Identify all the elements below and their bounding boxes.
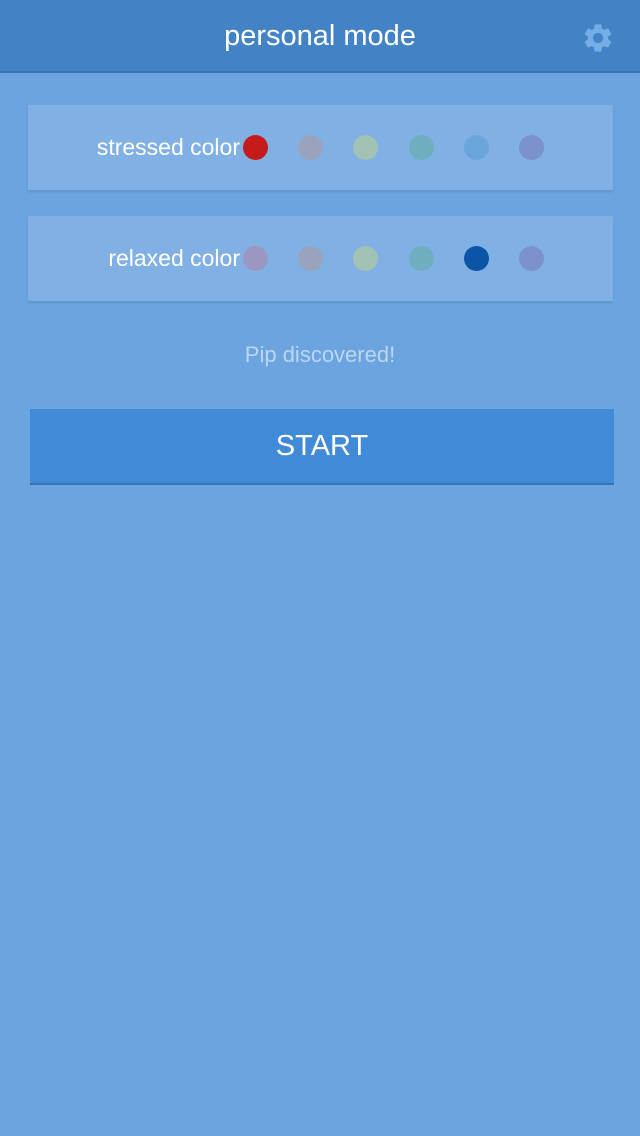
relaxed-color-swatch-1[interactable]: [243, 246, 268, 271]
stressed-color-label: stressed color: [96, 134, 240, 160]
status-text: Pip discovered!: [244, 342, 396, 367]
settings-button[interactable]: [576, 16, 620, 60]
stressed-color-swatch-6[interactable]: [519, 135, 544, 160]
relaxed-color-swatch-5-selected[interactable]: [464, 246, 489, 271]
relaxed-color-swatch-4[interactable]: [409, 246, 434, 271]
relaxed-color-panel: relaxed color: [28, 216, 613, 301]
stressed-color-panel: stressed color: [28, 105, 613, 190]
relaxed-color-swatch-6[interactable]: [519, 246, 544, 271]
stressed-color-swatch-4[interactable]: [409, 135, 434, 160]
relaxed-color-swatch-3[interactable]: [353, 246, 378, 271]
gear-icon: [584, 24, 612, 52]
page-title: personal mode: [224, 20, 416, 52]
stressed-color-swatch-1-selected[interactable]: [243, 135, 268, 160]
stressed-color-swatch-5[interactable]: [464, 135, 489, 160]
top-bar: personal mode: [0, 0, 640, 73]
stressed-color-swatch-3[interactable]: [353, 135, 378, 160]
relaxed-color-swatch-2[interactable]: [298, 246, 323, 271]
relaxed-color-label: relaxed color: [108, 245, 240, 271]
start-button[interactable]: START: [30, 409, 614, 485]
stressed-color-swatch-2[interactable]: [298, 135, 323, 160]
app-screen: personal mode stressed color relaxed col…: [0, 0, 640, 1136]
